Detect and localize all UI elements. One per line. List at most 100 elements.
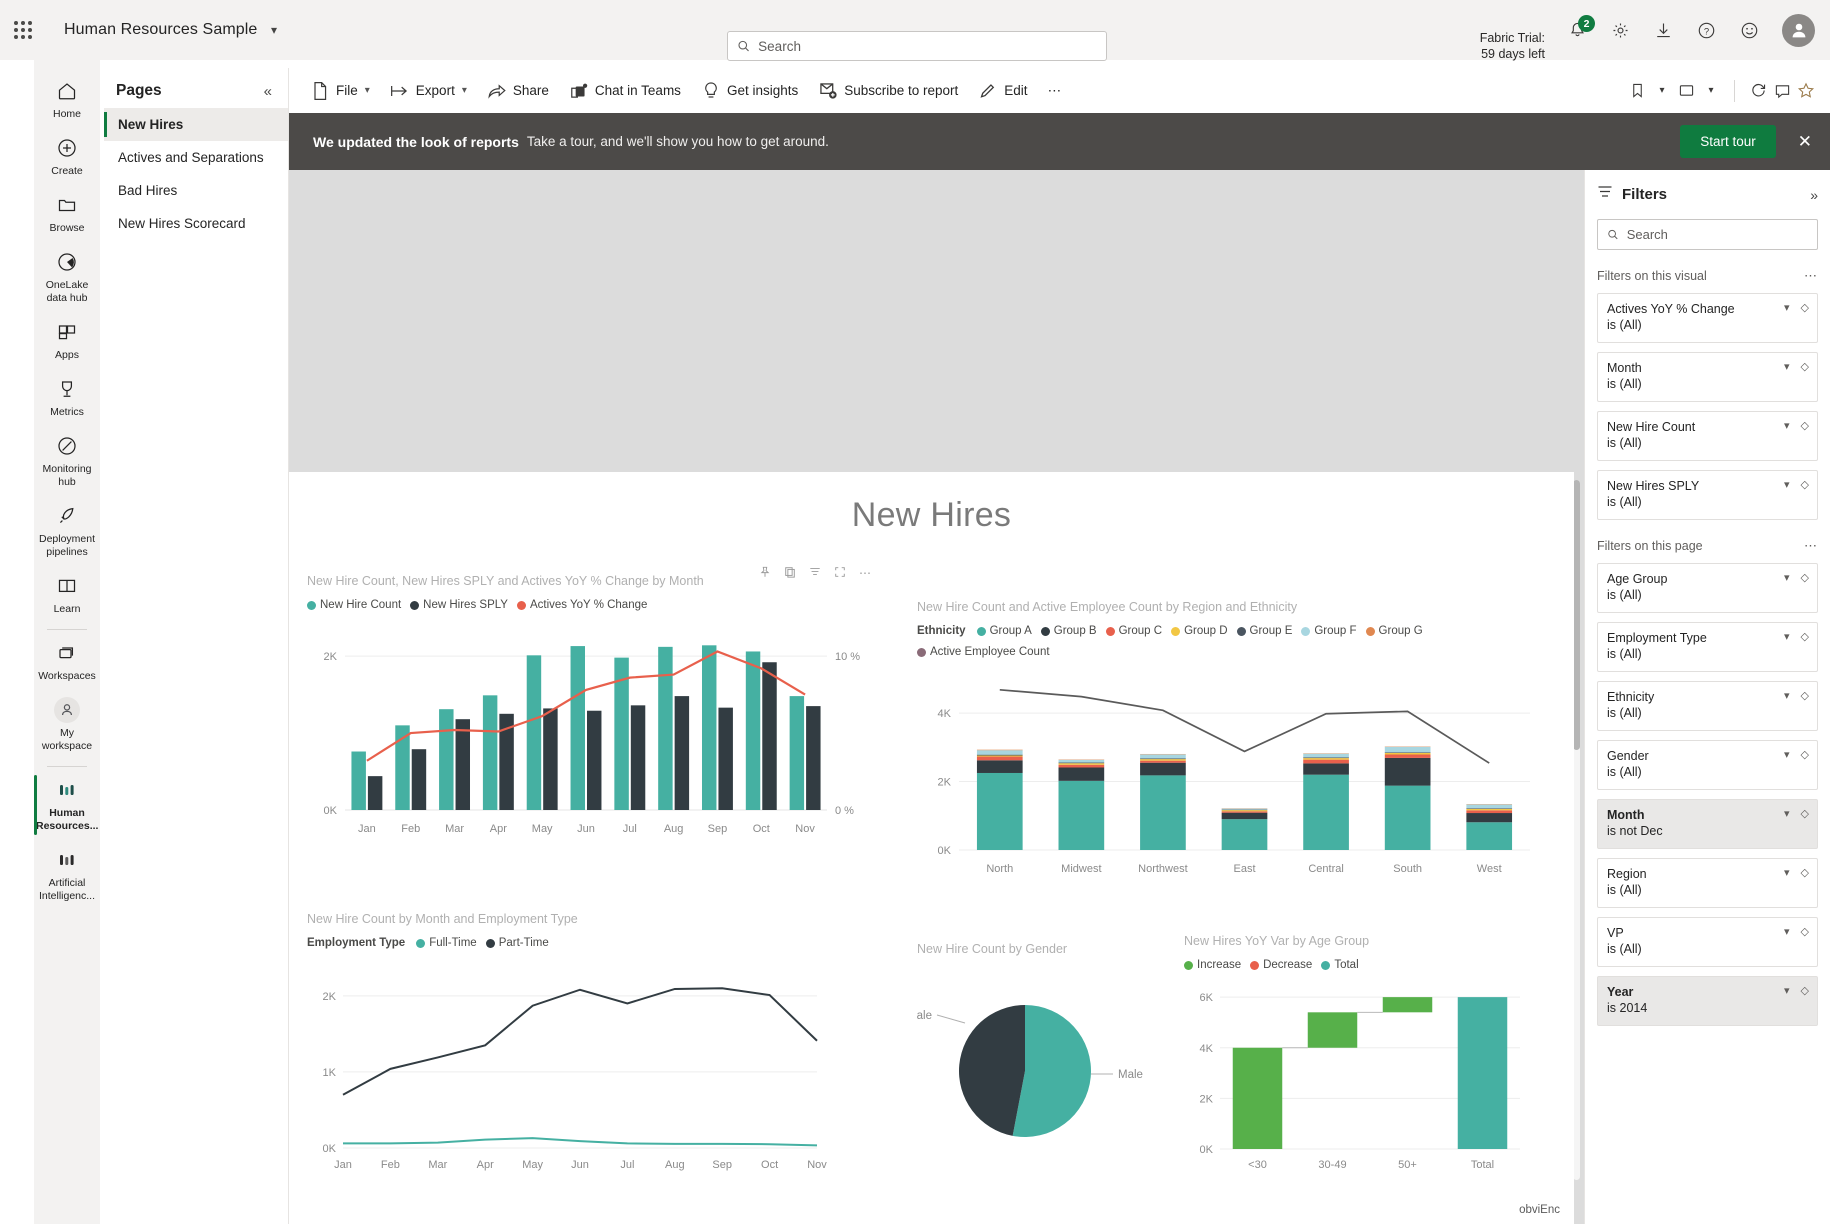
chevron-down-icon[interactable]: ▾ bbox=[1784, 419, 1790, 432]
filter-card-new-hires-sply[interactable]: New Hires SPLY is (All) ▾ ◇ bbox=[1597, 470, 1818, 520]
share-button[interactable]: Share bbox=[478, 75, 558, 107]
file-button[interactable]: File ▾ bbox=[301, 75, 379, 107]
chevron-down-icon[interactable]: ▾ bbox=[1784, 360, 1790, 373]
page-item-new-hires[interactable]: New Hires bbox=[104, 108, 288, 141]
eraser-icon[interactable]: ◇ bbox=[1801, 807, 1809, 820]
sidebar-item-human-resources[interactable]: Human Resources... bbox=[34, 769, 100, 839]
subscribe-to-report-button[interactable]: Subscribe to report bbox=[809, 75, 967, 107]
eraser-icon[interactable]: ◇ bbox=[1801, 689, 1809, 702]
page-item-actives-and-separations[interactable]: Actives and Separations bbox=[104, 141, 288, 174]
eraser-icon[interactable]: ◇ bbox=[1801, 301, 1809, 314]
sidebar-item-home[interactable]: Home bbox=[34, 70, 100, 127]
chevron-down-icon[interactable]: ▾ bbox=[271, 23, 277, 37]
eraser-icon[interactable]: ◇ bbox=[1801, 419, 1809, 432]
chevron-down-icon[interactable]: ▾ bbox=[1784, 866, 1790, 879]
eraser-icon[interactable]: ◇ bbox=[1801, 984, 1809, 997]
legend-item[interactable]: Group G bbox=[1365, 625, 1423, 637]
chevron-down-icon[interactable]: ▾ bbox=[1701, 81, 1721, 101]
sidebar-item-workspaces[interactable]: Workspaces bbox=[34, 632, 100, 689]
legend-item[interactable]: Actives YoY % Change bbox=[516, 599, 647, 611]
eraser-icon[interactable]: ◇ bbox=[1801, 925, 1809, 938]
chevron-down-icon[interactable]: ▾ bbox=[1784, 301, 1790, 314]
eraser-icon[interactable]: ◇ bbox=[1801, 866, 1809, 879]
visual-new-hire-count-by-gender[interactable]: New Hire Count by Gender Male Female bbox=[894, 942, 1177, 1192]
more-options-icon[interactable]: ⋯ bbox=[859, 566, 871, 581]
filter-card-month-visual[interactable]: Month is (All) ▾ ◇ bbox=[1597, 352, 1818, 402]
eraser-icon[interactable]: ◇ bbox=[1801, 630, 1809, 643]
legend-item[interactable]: New Hires SPLY bbox=[410, 599, 508, 611]
legend-item[interactable]: Full-Time bbox=[416, 937, 477, 949]
legend-item[interactable]: Part-Time bbox=[485, 937, 549, 949]
refresh-icon[interactable] bbox=[1748, 81, 1768, 101]
visual-new-hire-count-by-month-employment-type[interactable]: New Hire Count by Month and Employment T… bbox=[307, 912, 827, 1192]
comment-icon[interactable] bbox=[1772, 81, 1792, 101]
legend-item[interactable]: Total bbox=[1321, 959, 1359, 971]
filter-card-gender[interactable]: Gender is (All) ▾ ◇ bbox=[1597, 740, 1818, 790]
account-avatar[interactable] bbox=[1782, 13, 1815, 47]
legend-item[interactable]: Group E bbox=[1236, 625, 1292, 637]
gear-icon[interactable] bbox=[1610, 20, 1630, 40]
chat-in-teams-button[interactable]: Chat in Teams bbox=[560, 75, 690, 107]
sidebar-item-apps[interactable]: Apps bbox=[34, 311, 100, 368]
download-icon[interactable] bbox=[1653, 20, 1673, 40]
eraser-icon[interactable]: ◇ bbox=[1801, 748, 1809, 761]
scrollbar-thumb[interactable] bbox=[1573, 480, 1580, 750]
chevron-down-icon[interactable]: ▾ bbox=[1784, 689, 1790, 702]
chevron-down-icon[interactable]: ▾ bbox=[1784, 478, 1790, 491]
more-options-button[interactable]: ⋯ bbox=[1039, 77, 1071, 105]
sidebar-item-deployment-pipelines[interactable]: Deployment pipelines bbox=[34, 495, 100, 565]
global-search[interactable] bbox=[727, 31, 1107, 61]
get-insights-button[interactable]: Get insights bbox=[692, 75, 807, 107]
chevron-down-icon[interactable]: ▾ bbox=[1784, 925, 1790, 938]
sidebar-item-artificial-intelligence[interactable]: Artificial Intelligenc... bbox=[34, 839, 100, 909]
legend-item[interactable]: Increase bbox=[1184, 959, 1241, 971]
sidebar-item-learn[interactable]: Learn bbox=[34, 565, 100, 622]
visual-new-hire-active-by-region-ethnicity[interactable]: New Hire Count and Active Employee Count… bbox=[917, 600, 1542, 880]
legend-item[interactable]: Group B bbox=[1040, 625, 1097, 637]
page-item-new-hires-scorecard[interactable]: New Hires Scorecard bbox=[104, 207, 288, 240]
legend-item[interactable]: Group F bbox=[1301, 625, 1357, 637]
chevron-down-icon[interactable]: ▾ bbox=[1784, 807, 1790, 820]
filter-card-region[interactable]: Region is (All) ▾ ◇ bbox=[1597, 858, 1818, 908]
legend-item[interactable]: Group A bbox=[976, 625, 1032, 637]
sidebar-item-create[interactable]: Create bbox=[34, 127, 100, 184]
chevron-double-left-icon[interactable]: « bbox=[264, 83, 272, 100]
focus-icon[interactable] bbox=[834, 566, 846, 581]
filter-card-year[interactable]: Year is 2014 ▾ ◇ bbox=[1597, 976, 1818, 1026]
export-button[interactable]: Export ▾ bbox=[381, 75, 476, 107]
ellipsis-icon[interactable]: ⋯ bbox=[1804, 268, 1818, 284]
view-icon[interactable] bbox=[1676, 81, 1696, 101]
filters-search[interactable] bbox=[1597, 219, 1818, 250]
filter-card-ethnicity[interactable]: Ethnicity is (All) ▾ ◇ bbox=[1597, 681, 1818, 731]
chevron-down-icon[interactable]: ▾ bbox=[1784, 984, 1790, 997]
canvas-scrollbar[interactable] bbox=[1573, 480, 1580, 1180]
sidebar-item-my-workspace[interactable]: My workspace bbox=[34, 689, 100, 759]
copy-icon[interactable] bbox=[784, 566, 796, 581]
legend-item[interactable]: Group C bbox=[1105, 625, 1162, 637]
page-item-bad-hires[interactable]: Bad Hires bbox=[104, 174, 288, 207]
filter-card-new-hire-count[interactable]: New Hire Count is (All) ▾ ◇ bbox=[1597, 411, 1818, 461]
legend-item[interactable]: Group D bbox=[1171, 625, 1228, 637]
start-tour-button[interactable]: Start tour bbox=[1680, 125, 1776, 158]
legend-item[interactable]: Active Employee Count bbox=[917, 646, 1050, 658]
edit-button[interactable]: Edit bbox=[969, 75, 1036, 107]
visual-new-hire-count-sply-actives[interactable]: ⋯ New Hire Count, New Hires SPLY and Act… bbox=[307, 566, 879, 866]
filter-card-actives-yoy-pct-change[interactable]: Actives YoY % Change is (All) ▾ ◇ bbox=[1597, 293, 1818, 343]
filters-search-input[interactable] bbox=[1626, 227, 1808, 242]
filter-card-vp[interactable]: VP is (All) ▾ ◇ bbox=[1597, 917, 1818, 967]
chevron-down-icon[interactable]: ▾ bbox=[1784, 571, 1790, 584]
close-icon[interactable]: ✕ bbox=[1798, 132, 1812, 152]
sidebar-item-browse[interactable]: Browse bbox=[34, 184, 100, 241]
chevron-down-icon[interactable]: ▾ bbox=[1784, 748, 1790, 761]
bookmark-icon[interactable] bbox=[1627, 81, 1647, 101]
eraser-icon[interactable]: ◇ bbox=[1801, 360, 1809, 373]
search-input[interactable] bbox=[758, 38, 1097, 54]
notification-bell-icon[interactable]: 2 bbox=[1567, 15, 1595, 40]
help-icon[interactable]: ? bbox=[1696, 20, 1716, 40]
visual-new-hires-yoy-var-by-age-group[interactable]: New Hires YoY Var by Age Group Increase … bbox=[1184, 934, 1534, 1192]
app-title[interactable]: Human Resources Sample ▾ bbox=[64, 21, 277, 39]
filter-icon[interactable] bbox=[809, 566, 821, 581]
legend-item[interactable]: Decrease bbox=[1250, 959, 1312, 971]
pin-icon[interactable] bbox=[759, 566, 771, 581]
chevron-down-icon[interactable]: ▾ bbox=[1652, 81, 1672, 101]
